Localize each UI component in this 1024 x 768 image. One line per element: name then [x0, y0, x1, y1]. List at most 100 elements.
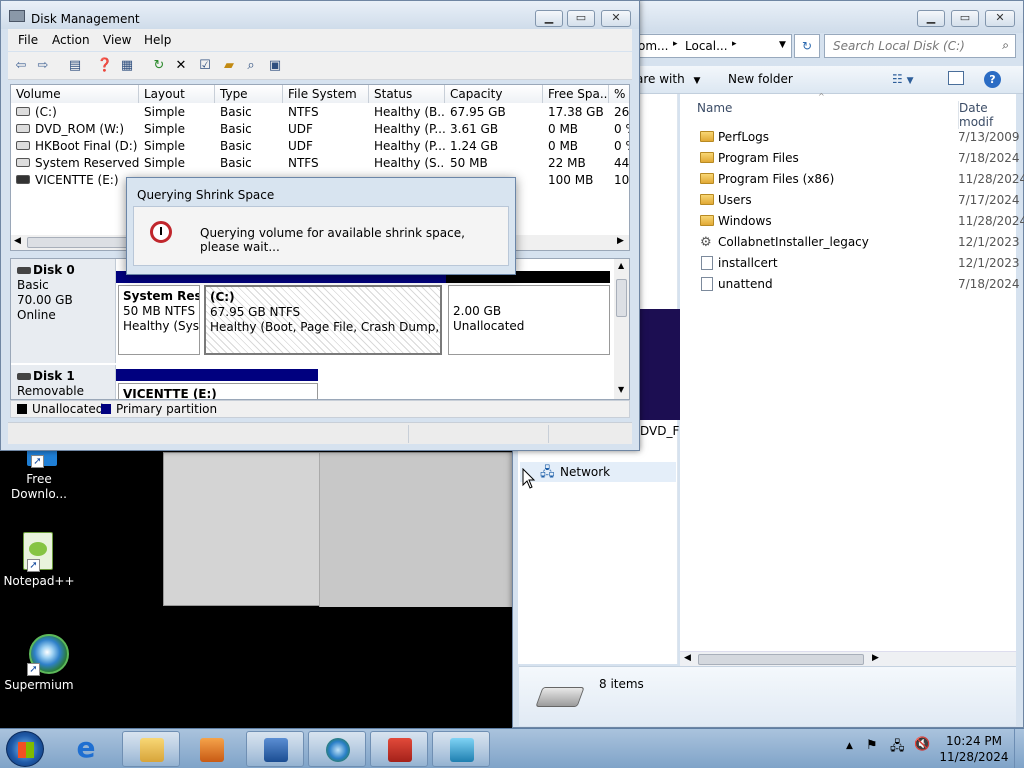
column-header-status[interactable]: Status — [369, 85, 445, 103]
new-folder-button[interactable]: New folder — [728, 72, 793, 86]
volume-cell[interactable]: (C:) — [11, 104, 139, 121]
dm-maximize-button[interactable]: ▭ — [567, 10, 595, 27]
show-hidden-icons-icon[interactable]: ▲ — [846, 741, 853, 751]
file-name: Program Files — [718, 151, 799, 165]
column-header-layout[interactable]: Layout — [139, 85, 215, 103]
folder-icon — [700, 194, 714, 205]
disk1-info[interactable]: Disk 1 Removable — [11, 365, 116, 399]
free-cell: 22 MB — [548, 156, 586, 170]
breadcrumb-item[interactable]: Local... — [685, 39, 728, 53]
show-desktop-button[interactable] — [1014, 729, 1024, 768]
taskbar-ie-icon[interactable]: e — [70, 733, 102, 765]
nav-item-partial[interactable]: DVD_F — [640, 424, 679, 438]
file-row-perflogs[interactable]: PerfLogs 7/13/2009 1 — [680, 127, 1024, 148]
volume-muted-icon[interactable]: 🔇 — [914, 737, 930, 752]
refresh-icon[interactable]: ↻ — [150, 57, 168, 75]
share-with-button[interactable]: are with ▼ — [636, 72, 700, 86]
file-date: 7/18/2024 8 — [958, 277, 1024, 291]
scroll-right-icon[interactable]: ▶ — [872, 653, 879, 663]
nav-item-network[interactable]: 🖧 Network — [520, 462, 676, 482]
column-header-volume[interactable]: Volume — [11, 85, 139, 103]
column-header-type[interactable]: Type — [215, 85, 283, 103]
file-row-collabnet[interactable]: ⚙ CollabnetInstaller_legacy 12/1/2023 2 — [680, 232, 1024, 253]
search-icon[interactable]: ⌕ — [242, 57, 260, 75]
search-input[interactable]: Search Local Disk (C:) ⌕ — [824, 34, 1016, 58]
help-book-icon[interactable]: ❓ — [96, 57, 114, 75]
taskbar-explorer-button[interactable] — [122, 731, 180, 767]
column-header-capacity[interactable]: Capacity — [445, 85, 543, 103]
lower-vscrollbar[interactable]: ▲ ▼ — [614, 259, 629, 399]
volume-cell[interactable]: DVD_ROM (W:) — [11, 121, 139, 138]
share-with-label: are with — [636, 72, 685, 86]
file-row-program-files-x86[interactable]: Program Files (x86) 11/28/2024 — [680, 169, 1024, 190]
back-icon[interactable]: ⇦ — [12, 57, 30, 75]
refresh-button[interactable]: ↻ — [794, 34, 820, 58]
breadcrumb-item[interactable]: om... — [638, 39, 668, 53]
help-icon[interactable]: ? — [984, 71, 1001, 88]
clock[interactable]: 10:24 PM 11/28/2024 — [938, 733, 1010, 765]
horizontal-scrollbar[interactable]: ◀ ▶ — [680, 651, 1016, 667]
scroll-left-icon[interactable]: ◀ — [14, 236, 21, 246]
column-header-filesystem[interactable]: File System — [283, 85, 369, 103]
scroll-down-icon[interactable]: ▼ — [618, 385, 624, 394]
file-row-windows[interactable]: Windows 11/28/2024 — [680, 211, 1024, 232]
column-header-date[interactable]: Date modif — [958, 101, 1016, 129]
partition-status: Unallocated — [453, 319, 525, 333]
partition-unallocated[interactable]: 2.00 GB Unallocated — [448, 285, 610, 355]
taskbar-toolbox-button[interactable] — [370, 731, 428, 767]
action-center-flag-icon[interactable]: ⚑ — [866, 738, 878, 753]
column-header-free-space[interactable]: Free Spa... — [543, 85, 609, 103]
menu-view[interactable]: View — [103, 33, 131, 47]
taskbar-media-player-button[interactable] — [182, 731, 240, 767]
properties-icon[interactable]: ☑ — [196, 57, 214, 75]
explorer-minimize-button[interactable]: ▁ — [917, 10, 945, 27]
disk0-info[interactable]: Disk 0 Basic 70.00 GB Online — [11, 259, 116, 363]
file-row-unattend[interactable]: unattend 7/18/2024 8 — [680, 274, 1024, 295]
preview-pane-icon[interactable] — [948, 71, 964, 85]
scroll-up-icon[interactable]: ▲ — [618, 261, 624, 270]
properties-pane-icon[interactable]: ▦ — [118, 57, 136, 75]
volume-cell[interactable]: System Reserved — [11, 155, 139, 172]
network-tray-icon[interactable]: 🖧 — [890, 737, 905, 759]
menu-file[interactable]: File — [18, 33, 38, 47]
start-button[interactable] — [6, 731, 44, 767]
view-options-icon[interactable]: ☷ ▼ — [892, 72, 914, 86]
file-row-installcert[interactable]: installcert 12/1/2023 8 — [680, 253, 1024, 274]
volume-name: HKBoot Final (D:) — [35, 139, 138, 153]
taskbar-supermium-button[interactable] — [308, 731, 366, 767]
partition-status: Healthy (Syst — [123, 319, 200, 333]
desktop-icon-notepadpp[interactable]: ➚ Notepad++ — [2, 528, 76, 589]
scroll-left-icon[interactable]: ◀ — [684, 653, 691, 663]
column-header-name[interactable]: Name — [697, 101, 732, 115]
partition-vicentte[interactable]: VICENTTE (E:) — [118, 383, 318, 399]
column-header-pct-free[interactable]: % F — [609, 85, 629, 103]
explorer-address-bar[interactable]: om... ▸ Local... ▸ ▼ — [636, 34, 792, 58]
desktop-icon-supermium[interactable]: ➚ Supermium — [2, 632, 76, 693]
open-folder-icon[interactable]: ▰ — [220, 57, 238, 75]
scrollbar-thumb[interactable] — [698, 654, 864, 665]
forward-icon[interactable]: ⇨ — [34, 57, 52, 75]
volume-cell[interactable]: HKBoot Final (D:) — [11, 138, 139, 155]
explorer-maximize-button[interactable]: ▭ — [951, 10, 979, 27]
delete-icon[interactable]: ✕ — [172, 57, 190, 75]
chevron-down-icon[interactable]: ▼ — [779, 40, 786, 50]
partition-system-reserved[interactable]: System Rese 50 MB NTFS Healthy (Syst — [118, 285, 200, 355]
toolbox-icon — [388, 738, 412, 762]
partition-c-drive[interactable]: (C:) 67.95 GB NTFS Healthy (Boot, Page F… — [204, 285, 442, 355]
file-row-users[interactable]: Users 7/17/2024 1 — [680, 190, 1024, 211]
volume-name: System Reserved — [35, 156, 139, 170]
volume-cell[interactable]: VICENTTE (E:) — [11, 172, 139, 189]
disk-properties-icon[interactable]: ▣ — [266, 57, 284, 75]
taskbar-download-button[interactable] — [432, 731, 490, 767]
explorer-close-button[interactable]: ✕ — [985, 10, 1015, 27]
menu-help[interactable]: Help — [144, 33, 171, 47]
file-row-program-files[interactable]: Program Files 7/18/2024 1 — [680, 148, 1024, 169]
dm-close-button[interactable]: ✕ — [601, 10, 631, 27]
console-tree-icon[interactable]: ▤ — [66, 57, 84, 75]
scroll-right-icon[interactable]: ▶ — [617, 236, 624, 246]
window-title: Disk Management — [31, 12, 140, 26]
scrollbar-thumb[interactable] — [616, 279, 627, 317]
menu-action[interactable]: Action — [52, 33, 90, 47]
taskbar-disk-management-button[interactable] — [246, 731, 304, 767]
dm-minimize-button[interactable]: ▁ — [535, 10, 563, 27]
